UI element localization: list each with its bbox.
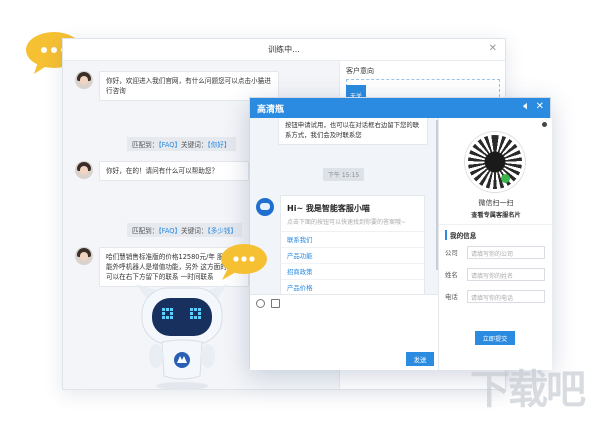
submit-button[interactable]: 立即提交 <box>475 331 515 345</box>
watermark: 下载吧 <box>470 366 590 418</box>
send-button[interactable]: 发送 <box>406 352 434 366</box>
training-message-bubble: 你好，在的！请问有什么可以帮助您？ <box>99 161 249 181</box>
speaker-icon[interactable]: 🔈︎ <box>524 101 530 112</box>
close-icon[interactable]: ✕ <box>489 44 497 54</box>
training-window-titlebar: 训练中... ✕ <box>63 39 505 61</box>
form-row-company: 公司 请填写你的公司 <box>445 246 545 259</box>
contact-side-panel: 微信扫一扫 查看专属客服名片 我的信息 公司 请填写你的公司 姓名 请填写你的姓… <box>438 118 553 370</box>
user-avatar <box>75 247 93 265</box>
divider <box>439 224 553 225</box>
screenshot-stage: 训练中... ✕ 你好，欢迎进入我们官网，有什么问题您可以点击小猫进行咨询 匹配… <box>0 0 600 428</box>
user-avatar <box>75 71 93 89</box>
chat-messages: 按钮申请试用，也可以在对话框右边留下您的联系方式，我们会及时联系您 下午 15:… <box>250 118 438 294</box>
name-field[interactable]: 请填写你的姓名 <box>467 268 545 281</box>
quick-link-features[interactable]: 产品功能 <box>281 248 424 264</box>
bot-avatar <box>256 198 274 216</box>
training-message-row: 你好，在的！请问有什么可以帮助您？ <box>75 161 249 181</box>
watermark-text: 下载吧 <box>470 367 586 413</box>
name-label: 姓名 <box>445 271 458 279</box>
qr-subcaption: 查看专属客服名片 <box>471 212 521 219</box>
emoji-icon[interactable] <box>256 299 265 308</box>
chat-bubble-icon <box>221 244 267 280</box>
intent-label: 客户意向 <box>346 67 374 75</box>
agent-message-bubble: 按钮申请试用，也可以在对话框右边留下您的联系方式，我们会及时联系您 <box>278 118 428 145</box>
qr-code <box>465 132 525 192</box>
chat-toolbar <box>250 294 438 312</box>
quick-link-contact[interactable]: 联系我们 <box>281 232 424 248</box>
training-window-title: 训练中... <box>268 45 300 54</box>
timestamp: 下午 15:15 <box>323 168 365 181</box>
info-title: 我的信息 <box>445 230 476 240</box>
pin-icon[interactable] <box>542 122 547 127</box>
qr-caption: 微信扫一扫 <box>478 199 514 207</box>
image-icon[interactable] <box>271 299 280 308</box>
match-indicator: 匹配到：【FAQ】关键词：【你好】 <box>127 137 236 151</box>
bot-title: Hi~ 我是智能客服小喵 <box>287 204 370 213</box>
quick-link-policy[interactable]: 招商政策 <box>281 264 424 280</box>
robot-mascot <box>136 284 228 390</box>
phone-label: 电话 <box>445 293 458 301</box>
quick-link-price[interactable]: 产品价格 <box>281 280 424 294</box>
form-row-name: 姓名 请填写你的姓名 <box>445 268 545 281</box>
match-indicator: 匹配到：【FAQ】关键词：【多少钱】 <box>127 223 243 237</box>
wechat-icon <box>501 174 510 183</box>
chat-window-header: 高清瓶 🔈︎ ✕ <box>250 98 550 118</box>
company-label: 公司 <box>445 249 458 257</box>
bot-subtitle: 点击下面的按钮可以快速找到你要的答案哦~ <box>281 217 424 232</box>
bot-welcome-card: Hi~ 我是智能客服小喵 点击下面的按钮可以快速找到你要的答案哦~ 联系我们 产… <box>280 195 425 294</box>
chat-window: 高清瓶 🔈︎ ✕ 按钮申请试用，也可以在对话框右边留下您的联系方式，我们会及时联… <box>249 97 553 370</box>
close-icon[interactable]: ✕ <box>536 101 544 112</box>
form-row-phone: 电话 请填写你的电话 <box>445 290 545 303</box>
phone-field[interactable]: 请填写你的电话 <box>467 290 545 303</box>
company-field[interactable]: 请填写你的公司 <box>467 246 545 259</box>
chat-window-title: 高清瓶 <box>257 104 285 115</box>
user-avatar <box>75 161 93 179</box>
